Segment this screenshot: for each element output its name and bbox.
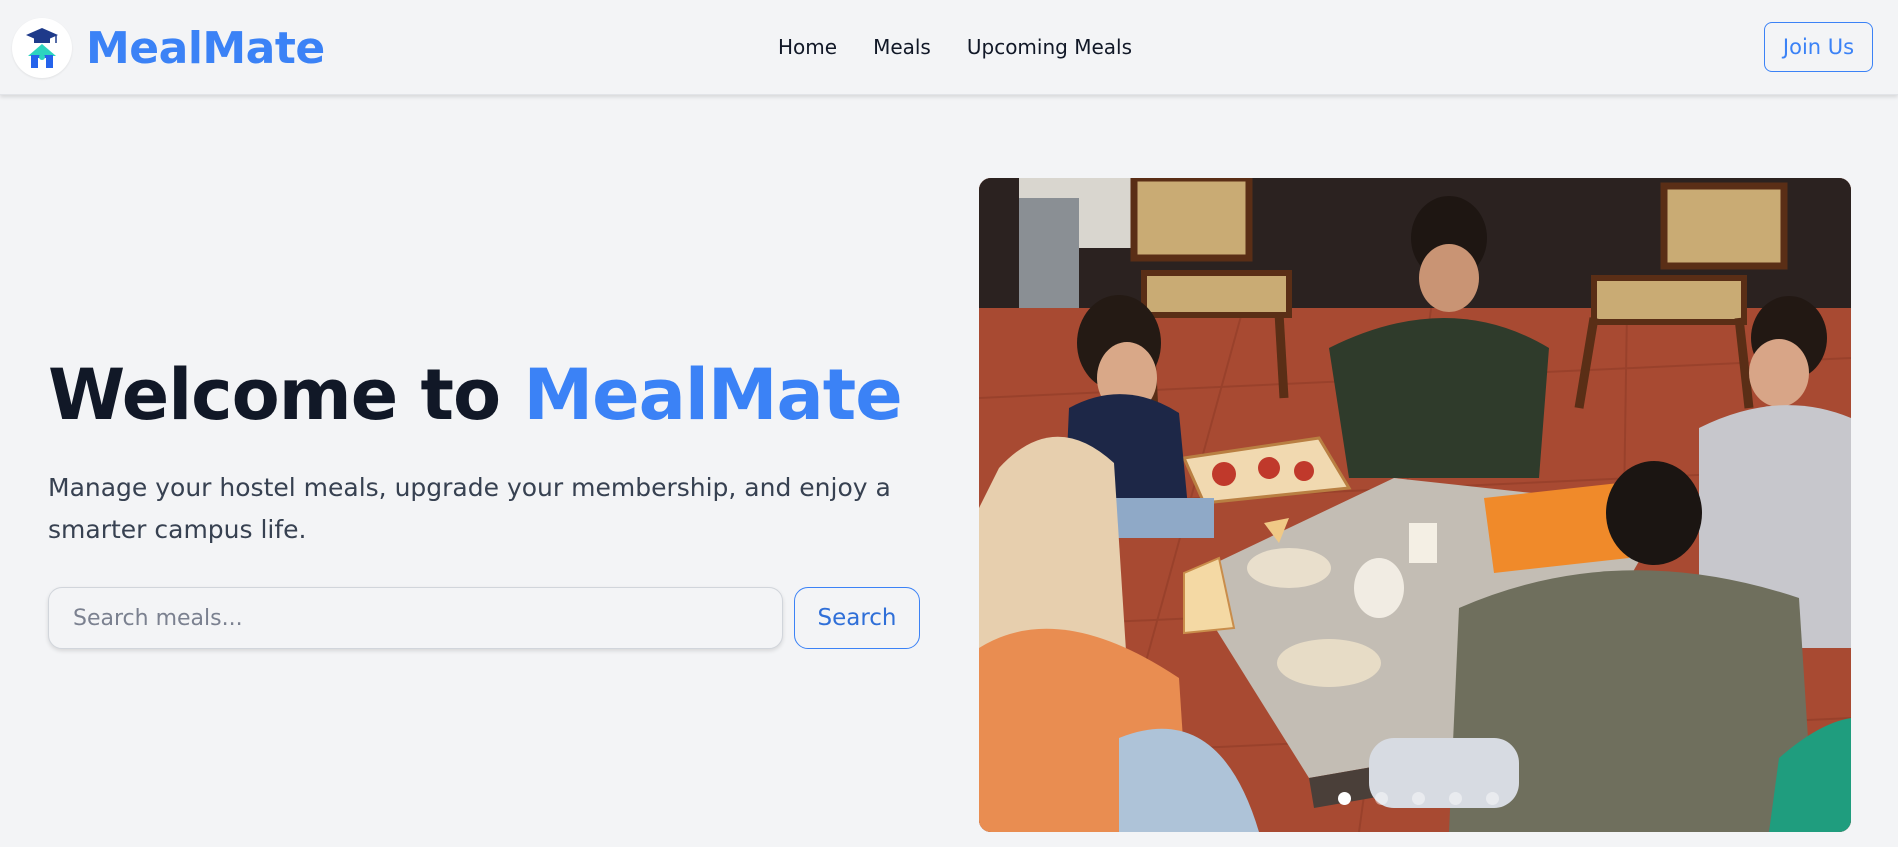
nav-link-home[interactable]: Home <box>778 34 837 60</box>
carousel-dot-5[interactable] <box>1486 792 1499 805</box>
nav-link-meals[interactable]: Meals <box>873 34 931 60</box>
brand[interactable]: MealMate <box>12 18 325 78</box>
hero-title-prefix: Welcome to <box>48 354 524 436</box>
nav-link-upcoming-meals[interactable]: Upcoming Meals <box>967 34 1132 60</box>
hero-carousel[interactable] <box>979 178 1851 832</box>
carousel-dot-2[interactable] <box>1375 792 1388 805</box>
hero-subtitle: Manage your hostel meals, upgrade your m… <box>48 473 891 544</box>
carousel-dot-3[interactable] <box>1412 792 1425 805</box>
carousel-dots <box>1338 792 1499 805</box>
search-button[interactable]: Search <box>794 587 920 649</box>
carousel-dot-1[interactable] <box>1338 792 1351 805</box>
hero-title-accent: MealMate <box>523 354 902 436</box>
brand-name: MealMate <box>86 22 325 74</box>
brand-logo-icon <box>12 18 72 78</box>
navbar: MealMate Home Meals Upcoming Meals Join … <box>0 0 1898 95</box>
main-nav: Home Meals Upcoming Meals <box>778 34 1168 60</box>
slide-image <box>979 178 1851 832</box>
join-us-button[interactable]: Join Us <box>1764 22 1873 72</box>
hero-title: Welcome to MealMate <box>48 352 903 438</box>
search-input[interactable] <box>48 587 783 649</box>
carousel-dot-4[interactable] <box>1449 792 1462 805</box>
